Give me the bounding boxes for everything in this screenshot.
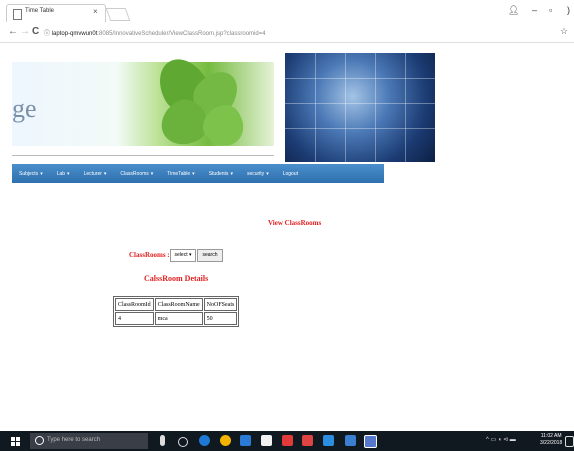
chevron-down-icon: ▾	[150, 170, 154, 177]
banner-image-globe	[285, 53, 435, 162]
app-icon[interactable]	[323, 435, 334, 446]
taskbar: Type here to search ^ ▭ ◖ ⊲ ▬ 11:02 AM 3…	[0, 431, 574, 451]
task-view-icon[interactable]	[178, 437, 188, 447]
microphone-icon[interactable]	[160, 435, 165, 446]
back-icon[interactable]: ←	[8, 26, 18, 37]
reload-icon[interactable]: C	[32, 26, 39, 37]
divider	[12, 155, 274, 156]
app-icon[interactable]	[345, 435, 356, 446]
info-icon[interactable]: ⓘ	[44, 31, 50, 37]
close-window-icon[interactable]: )	[567, 5, 570, 15]
column-header: ClassRoomName	[154, 298, 203, 311]
file-explorer-icon[interactable]	[240, 435, 251, 446]
mail-icon[interactable]	[282, 435, 293, 446]
page-icon	[13, 9, 22, 20]
menu-timetable[interactable]: TimeTable ▾	[160, 171, 201, 177]
menu-lecturer[interactable]: Lecturer ▾	[77, 171, 114, 177]
url-field[interactable]: ⓘ laptop-qmvwun0t:8085/InnovativeSchedul…	[44, 28, 266, 37]
app-icon[interactable]	[302, 435, 313, 446]
clock-time: 11:02 AM	[540, 433, 562, 439]
chevron-down-icon: ▾	[192, 170, 195, 177]
classroom-select[interactable]: select ▾	[170, 249, 196, 262]
classrooms-label: ClassRooms :	[129, 251, 170, 259]
edge-icon[interactable]	[199, 435, 210, 446]
minimize-icon[interactable]: –	[532, 5, 537, 15]
chevron-down-icon: ▾	[230, 170, 233, 177]
forward-icon[interactable]: →	[20, 26, 30, 37]
menu-subjects[interactable]: Subjects ▾	[12, 171, 50, 177]
profile-icon[interactable]: 👤︎	[508, 5, 519, 16]
main-menu: Subjects ▾ Lab ▾ Lecturer ▾ ClassRooms ▾ Tim…	[12, 164, 384, 183]
store-icon[interactable]	[261, 435, 272, 446]
browser-tab[interactable]: Time Table ×	[6, 4, 106, 23]
menu-classrooms[interactable]: ClassRooms ▾	[113, 171, 160, 177]
address-bar: ← → C ⓘ laptop-qmvwun0t:8085/InnovativeS…	[0, 22, 574, 43]
search-button[interactable]: search	[197, 249, 223, 262]
clock-date: 3/22/2018	[540, 440, 563, 446]
chevron-down-icon: ▾	[67, 170, 70, 177]
cortana-icon	[35, 436, 44, 445]
app-icon[interactable]	[364, 435, 377, 448]
table-cell: 4	[115, 312, 154, 325]
bookmark-star-icon[interactable]: ☆	[560, 26, 568, 37]
notifications-icon[interactable]	[565, 436, 574, 447]
tab-close-icon[interactable]: ×	[93, 7, 98, 16]
clock[interactable]: 11:02 AM 3/22/2018	[540, 433, 562, 447]
table-row: 4 mca 50	[115, 312, 238, 325]
column-header: NoOFSeats	[203, 298, 238, 311]
chrome-icon[interactable]	[220, 435, 231, 446]
details-heading: CalssRoom Details	[144, 274, 209, 283]
search-placeholder: Type here to search	[47, 437, 101, 443]
chevron-down-icon: ▾	[103, 170, 107, 177]
table-cell: 50	[203, 312, 238, 325]
url-path: :8085/InnovativeScheduler/ViewClassRoom.…	[97, 31, 266, 37]
maximize-icon[interactable]: ▫	[549, 5, 552, 15]
column-header: ClassRoomId	[115, 298, 154, 311]
new-tab-button[interactable]	[105, 8, 131, 21]
page-title: View ClassRooms	[268, 219, 322, 227]
classroom-table: ClassRoomId ClassRoomName NoOFSeats 4 mc…	[113, 296, 240, 327]
tab-bar: Time Table × 👤︎ – ▫ )	[0, 0, 574, 23]
table-header-row: ClassRoomId ClassRoomName NoOFSeats	[115, 298, 238, 311]
taskbar-search-input[interactable]: Type here to search	[30, 433, 148, 449]
banner-image-leaf	[12, 50, 274, 155]
menu-students[interactable]: Students ▾	[202, 171, 240, 177]
tab-title: Time Table	[25, 8, 55, 14]
menu-logout[interactable]: Logout	[276, 171, 305, 177]
table-cell: mca	[154, 312, 203, 325]
chevron-down-icon: ▾	[266, 170, 269, 177]
menu-security[interactable]: security ▾	[240, 171, 276, 177]
url-host: laptop-qmvwun0t	[51, 31, 98, 37]
windows-start-icon[interactable]	[11, 437, 20, 446]
chevron-down-icon: ▾	[40, 170, 43, 177]
system-tray-icons[interactable]: ^ ▭ ◖ ⊲ ▬	[486, 436, 516, 443]
menu-lab[interactable]: Lab ▾	[50, 171, 77, 177]
banner-text: ge	[12, 94, 37, 123]
